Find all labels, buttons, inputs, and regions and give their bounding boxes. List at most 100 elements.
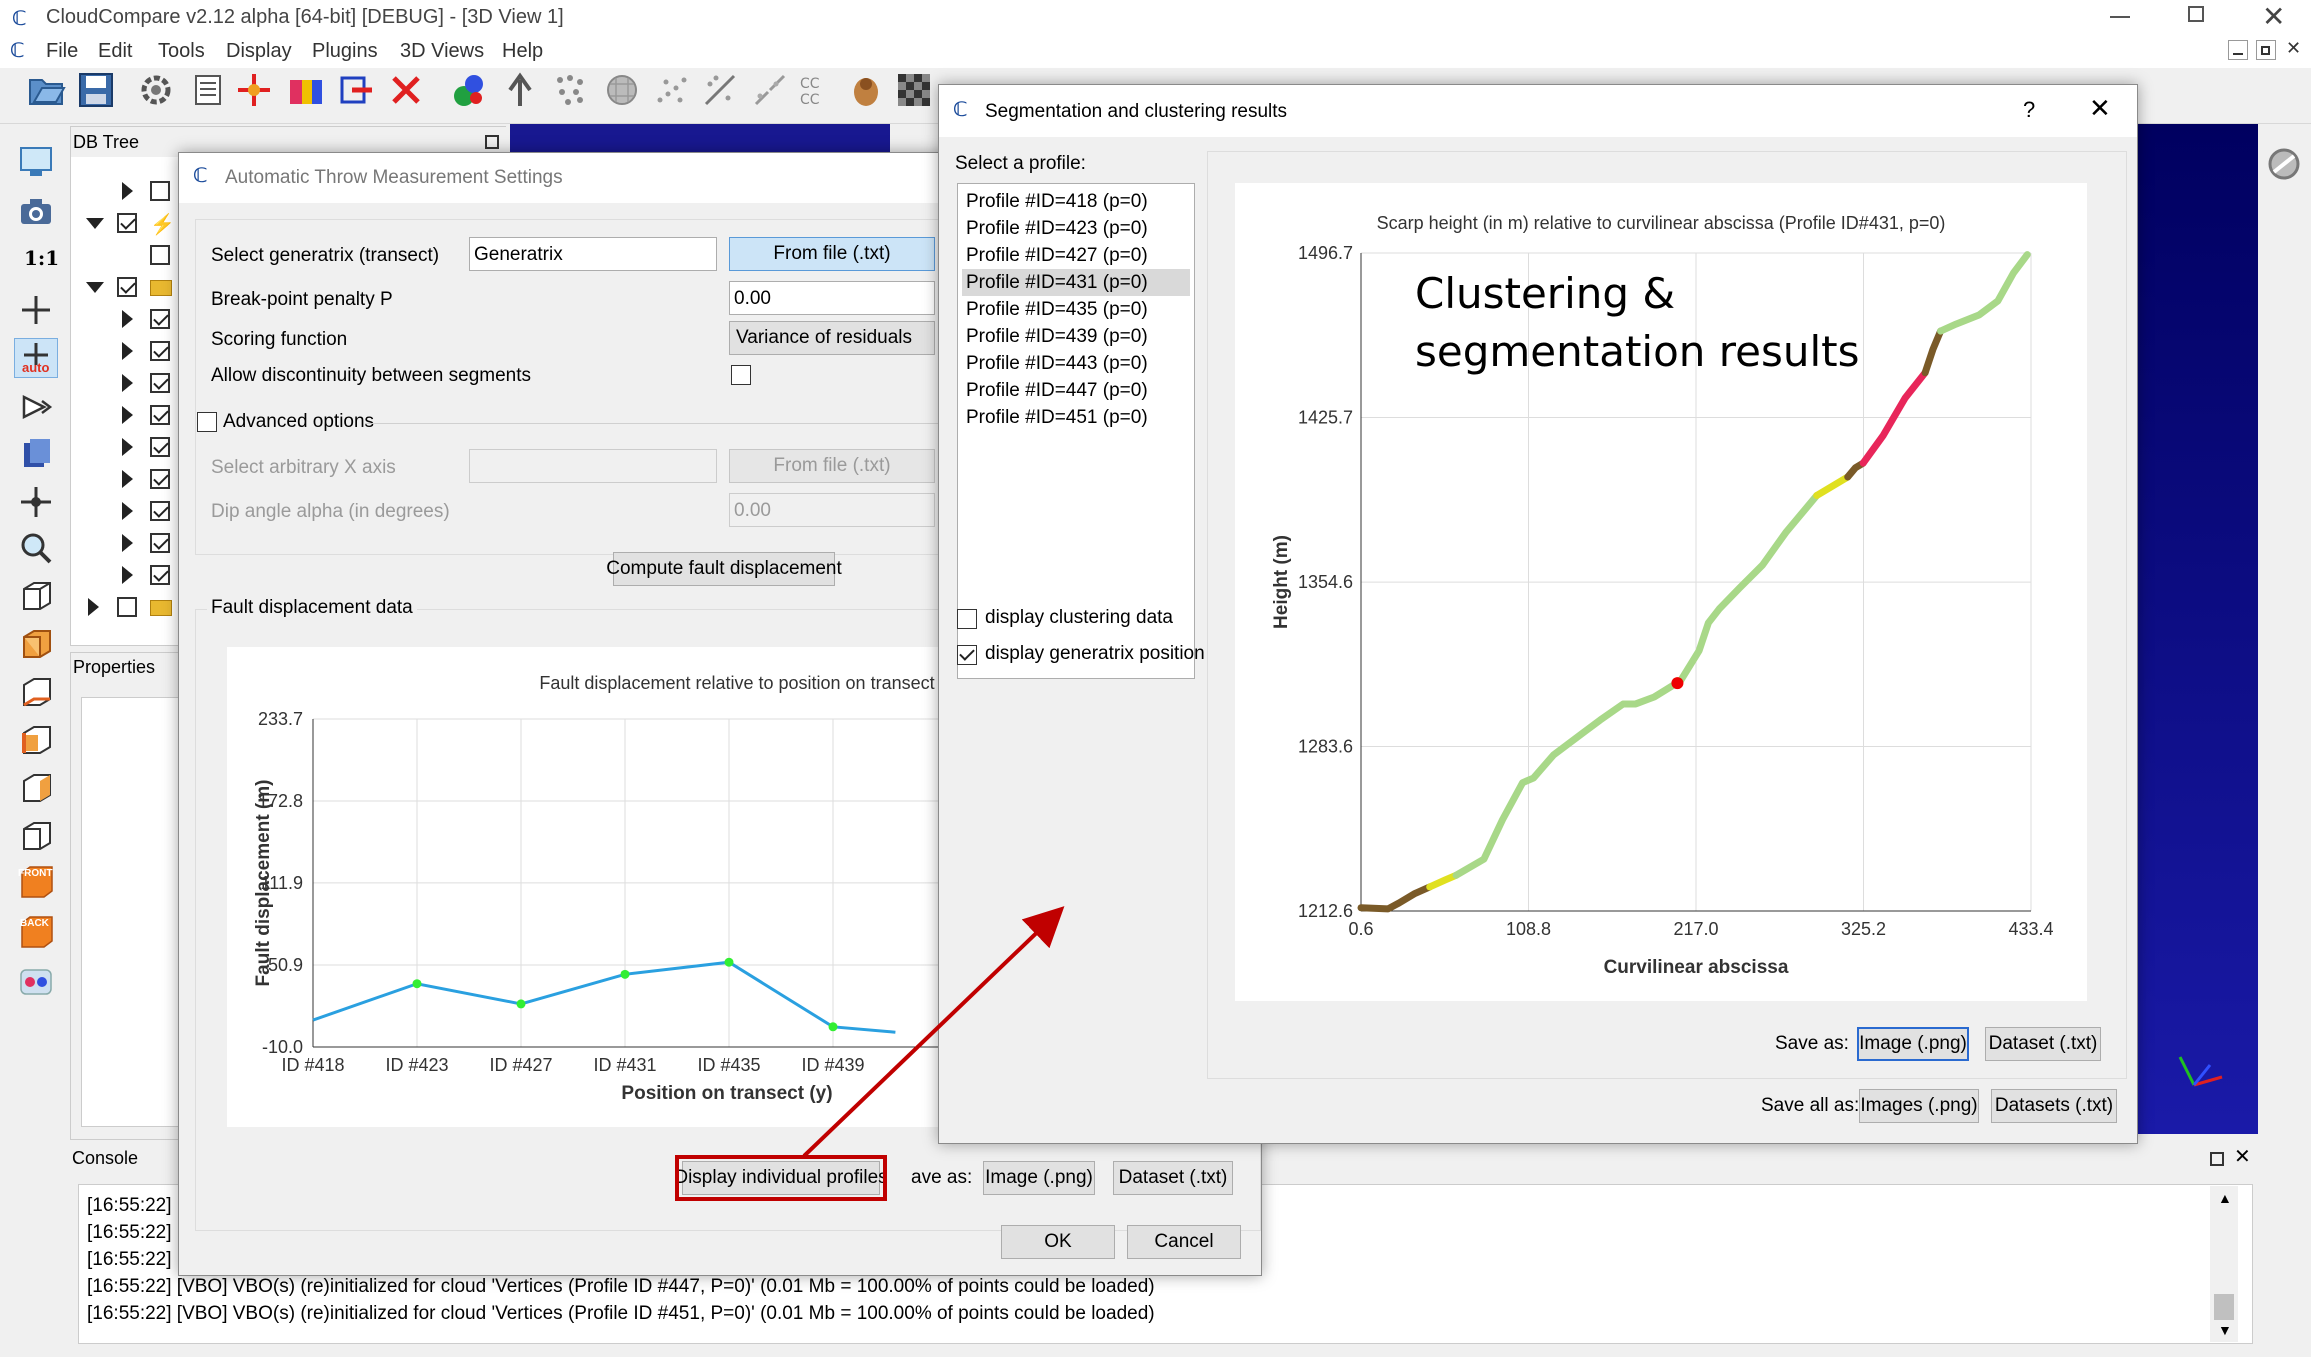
cancel-button[interactable]: Cancel <box>1127 1225 1241 1259</box>
tree-checkbox[interactable] <box>117 277 137 297</box>
point-picking-icon[interactable] <box>234 70 274 110</box>
view-bottom-icon[interactable] <box>14 672 58 712</box>
restore-icon[interactable] <box>2188 6 2204 22</box>
profile-item[interactable]: Profile #ID=427 (p=0) <box>962 242 1190 269</box>
color-scale-icon[interactable] <box>286 70 326 110</box>
menu-tools[interactable]: Tools <box>158 40 205 63</box>
menu-plugins[interactable]: Plugins <box>312 40 378 63</box>
rotate-icon[interactable] <box>14 386 58 426</box>
penalty-field[interactable]: 0.00 <box>729 281 935 315</box>
tree-checkbox[interactable] <box>150 309 170 329</box>
generatrix-from-file-button[interactable]: From file (.txt) <box>729 237 935 271</box>
menu-display[interactable]: Display <box>226 40 292 63</box>
tree-checkbox[interactable] <box>150 405 170 425</box>
advanced-checkbox[interactable] <box>197 412 217 432</box>
scroll-up-icon[interactable]: ▲ <box>2218 1190 2232 1206</box>
pivot-icon[interactable] <box>14 482 58 522</box>
images-png-button[interactable]: Images (.png) <box>1859 1089 1979 1123</box>
tree-checkbox[interactable] <box>150 437 170 457</box>
tree-expand-icon[interactable] <box>122 438 133 456</box>
console-scrollbar[interactable]: ▲ ▼ <box>2210 1186 2238 1342</box>
mesh-icon[interactable] <box>602 70 642 110</box>
tree-expand-icon[interactable] <box>122 310 133 328</box>
mdi-restore-icon[interactable] <box>2256 40 2276 60</box>
tree-expand-icon[interactable] <box>122 470 133 488</box>
scale-1to1-label[interactable]: 1:1 <box>24 246 59 270</box>
display-clustering-checkbox[interactable] <box>957 609 977 629</box>
tree-collapse-icon[interactable] <box>86 282 104 293</box>
dataset-txt-button[interactable]: Dataset (.txt) <box>1113 1161 1233 1195</box>
subsample-icon[interactable] <box>550 70 590 110</box>
scroll-down-icon[interactable]: ▼ <box>2218 1322 2232 1338</box>
tree-checkbox[interactable] <box>150 181 170 201</box>
translate-icon[interactable] <box>14 290 58 330</box>
camera-icon[interactable] <box>14 192 58 232</box>
mdi-close-icon[interactable]: ✕ <box>2286 38 2301 59</box>
scroll-thumb[interactable] <box>2214 1294 2234 1320</box>
profile-item[interactable]: Profile #ID=443 (p=0) <box>962 350 1190 377</box>
settings-icon[interactable] <box>136 70 176 110</box>
tree-expand-icon[interactable] <box>122 502 133 520</box>
profile-item-selected[interactable]: Profile #ID=431 (p=0) <box>962 269 1190 296</box>
tree-expand-icon[interactable] <box>122 374 133 392</box>
tree-checkbox[interactable] <box>150 469 170 489</box>
profile-item[interactable]: Profile #ID=447 (p=0) <box>962 377 1190 404</box>
view-side-icon[interactable] <box>14 816 58 856</box>
merge-icon[interactable] <box>450 70 490 110</box>
help-button[interactable]: ? <box>2023 97 2035 123</box>
zoom-icon[interactable] <box>14 528 58 568</box>
profile-item[interactable]: Profile #ID=451 (p=0) <box>962 404 1190 431</box>
minimize-icon[interactable] <box>2110 16 2130 18</box>
seg-close-icon[interactable]: ✕ <box>2089 93 2111 124</box>
sample-points-icon[interactable] <box>652 70 692 110</box>
seg-image-png-button[interactable]: Image (.png) <box>1857 1027 1969 1061</box>
profile-item[interactable]: Profile #ID=439 (p=0) <box>962 323 1190 350</box>
mdi-minimize-icon[interactable] <box>2228 40 2248 60</box>
menu-edit[interactable]: Edit <box>98 40 132 63</box>
tree-checkbox[interactable] <box>150 565 170 585</box>
console-close-icon[interactable]: ✕ <box>2234 1144 2251 1169</box>
view-iso-icon[interactable] <box>14 576 58 616</box>
view-left-icon[interactable] <box>14 720 58 760</box>
view-right-icon[interactable] <box>14 768 58 808</box>
tree-checkbox[interactable] <box>117 213 137 233</box>
segment-icon[interactable] <box>336 70 376 110</box>
checkerboard-icon[interactable] <box>894 70 934 110</box>
menu-help[interactable]: Help <box>502 40 543 63</box>
tree-expand-icon[interactable] <box>88 598 99 616</box>
profile-item[interactable]: Profile #ID=418 (p=0) <box>962 188 1190 215</box>
tree-checkbox[interactable] <box>117 597 137 617</box>
seg-dataset-txt-button[interactable]: Dataset (.txt) <box>1985 1027 2101 1061</box>
menu-file[interactable]: File <box>46 40 78 63</box>
discontinuity-checkbox[interactable] <box>731 365 751 385</box>
filter-icon[interactable] <box>846 70 886 110</box>
compare-icon[interactable]: CC CC <box>796 70 836 110</box>
menu-3d-views[interactable]: 3D Views <box>400 40 484 63</box>
tree-checkbox[interactable] <box>150 501 170 521</box>
tree-expand-icon[interactable] <box>122 406 133 424</box>
console-float-icon[interactable] <box>2210 1152 2224 1166</box>
distance-icon[interactable] <box>700 70 740 110</box>
profile-item[interactable]: Profile #ID=435 (p=0) <box>962 296 1190 323</box>
tree-checkbox[interactable] <box>150 245 170 265</box>
ok-button[interactable]: OK <box>1001 1225 1115 1259</box>
tree-expand-icon[interactable] <box>122 566 133 584</box>
image-png-button[interactable]: Image (.png) <box>983 1161 1095 1195</box>
stereo-icon[interactable] <box>14 962 58 1002</box>
save-icon[interactable] <box>76 70 116 110</box>
tree-expand-icon[interactable] <box>122 342 133 360</box>
tree-collapse-icon[interactable] <box>86 218 104 229</box>
compute-displacement-button[interactable]: Compute fault displacement <box>606 552 842 586</box>
fullscreen-icon[interactable] <box>14 142 58 182</box>
scoring-select[interactable]: Variance of residuals <box>729 321 935 355</box>
object-centered-icon[interactable] <box>14 434 58 474</box>
tree-checkbox[interactable] <box>150 533 170 553</box>
open-file-icon[interactable] <box>26 70 66 110</box>
tree-icon[interactable] <box>500 70 540 110</box>
db-tree-float-icon[interactable] <box>485 135 499 149</box>
view-top-icon[interactable] <box>14 624 58 664</box>
close-icon[interactable]: ✕ <box>2262 0 2285 33</box>
disable-icon[interactable] <box>2266 146 2302 182</box>
tree-checkbox[interactable] <box>150 341 170 361</box>
datasets-txt-button[interactable]: Datasets (.txt) <box>1991 1089 2117 1123</box>
